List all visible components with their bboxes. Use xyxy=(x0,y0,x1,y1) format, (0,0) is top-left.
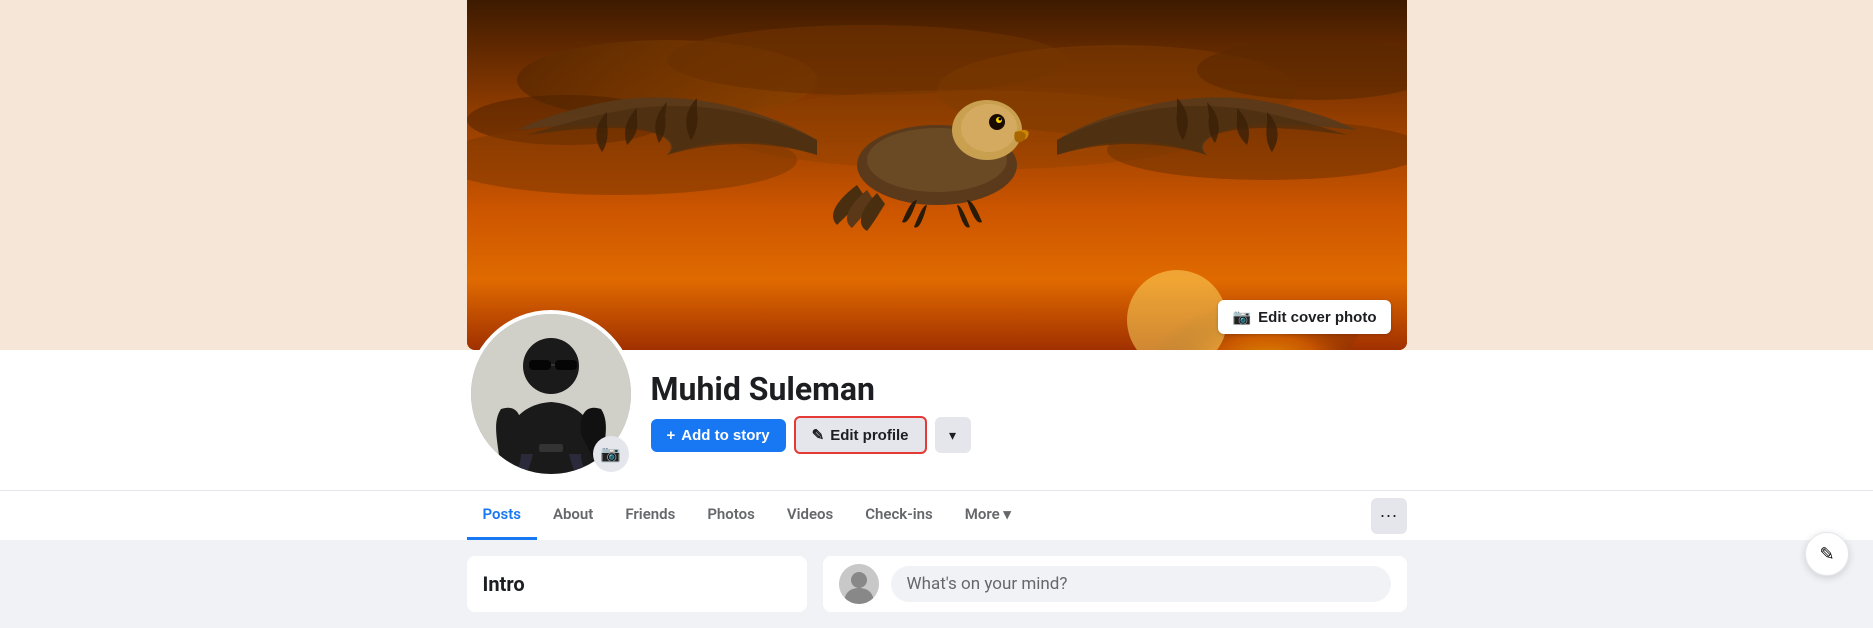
bottom-section: Intro What's on your mind? xyxy=(0,540,1873,628)
tab-posts[interactable]: Posts xyxy=(467,491,537,540)
profile-dropdown-button[interactable]: ▾ xyxy=(935,417,971,453)
plus-icon: + xyxy=(667,427,676,444)
chevron-down-icon: ▾ xyxy=(949,427,956,444)
post-area: What's on your mind? xyxy=(823,556,1407,612)
floating-edit-button[interactable]: ✎ xyxy=(1805,532,1849,576)
edit-box-icon: ✎ xyxy=(1819,544,1834,565)
right-fade xyxy=(1573,0,1873,350)
profile-section: 📷 Muhid Suleman + Add to story ✎ Edit pr… xyxy=(0,350,1873,490)
nav-section: Posts About Friends Photos Videos Check-… xyxy=(0,490,1873,540)
tab-friends[interactable]: Friends xyxy=(609,491,691,540)
pencil-icon: ✎ xyxy=(812,426,825,444)
intro-card: Intro xyxy=(467,556,807,612)
tab-checkins[interactable]: Check-ins xyxy=(849,491,948,540)
tab-videos[interactable]: Videos xyxy=(771,491,849,540)
post-placeholder[interactable]: What's on your mind? xyxy=(891,566,1391,602)
camera-icon: 📷 xyxy=(1232,308,1251,326)
profile-name: Muhid Suleman xyxy=(651,370,1407,408)
page-wrapper: 📷 Edit cover photo xyxy=(0,0,1873,628)
avatar-camera-button[interactable]: 📷 xyxy=(593,436,629,472)
camera-icon: 📷 xyxy=(601,444,621,464)
add-to-story-label: Add to story xyxy=(681,427,769,444)
profile-content: 📷 Muhid Suleman + Add to story ✎ Edit pr… xyxy=(467,350,1407,490)
nav-more-dots-button[interactable]: ··· xyxy=(1371,498,1407,534)
tab-about[interactable]: About xyxy=(537,491,609,540)
cover-photo xyxy=(467,0,1407,350)
post-box: What's on your mind? xyxy=(823,556,1407,612)
bottom-content: Intro What's on your mind? xyxy=(467,556,1407,612)
edit-cover-photo-button[interactable]: 📷 Edit cover photo xyxy=(1218,300,1390,334)
edit-profile-button[interactable]: ✎ Edit profile xyxy=(794,416,927,454)
nav-content: Posts About Friends Photos Videos Check-… xyxy=(467,491,1407,540)
add-to-story-button[interactable]: + Add to story xyxy=(651,419,786,452)
cover-section: 📷 Edit cover photo xyxy=(0,0,1873,350)
profile-nav: Posts About Friends Photos Videos Check-… xyxy=(467,491,1027,540)
cover-svg xyxy=(467,0,1407,350)
edit-profile-label: Edit profile xyxy=(830,427,908,444)
avatar-wrapper: 📷 xyxy=(467,310,635,478)
post-avatar xyxy=(839,564,879,604)
left-fade xyxy=(0,0,300,350)
profile-actions: + Add to story ✎ Edit profile ▾ xyxy=(651,416,1407,466)
intro-title: Intro xyxy=(483,572,791,596)
cover-container: 📷 Edit cover photo xyxy=(467,0,1407,350)
tab-more[interactable]: More ▾ xyxy=(949,491,1027,540)
profile-info-row: 📷 Muhid Suleman + Add to story ✎ Edit pr… xyxy=(467,350,1407,490)
post-avatar-svg xyxy=(839,564,879,604)
three-dots-icon: ··· xyxy=(1380,505,1398,526)
edit-cover-photo-label: Edit cover photo xyxy=(1258,309,1376,326)
tab-photos[interactable]: Photos xyxy=(691,491,771,540)
